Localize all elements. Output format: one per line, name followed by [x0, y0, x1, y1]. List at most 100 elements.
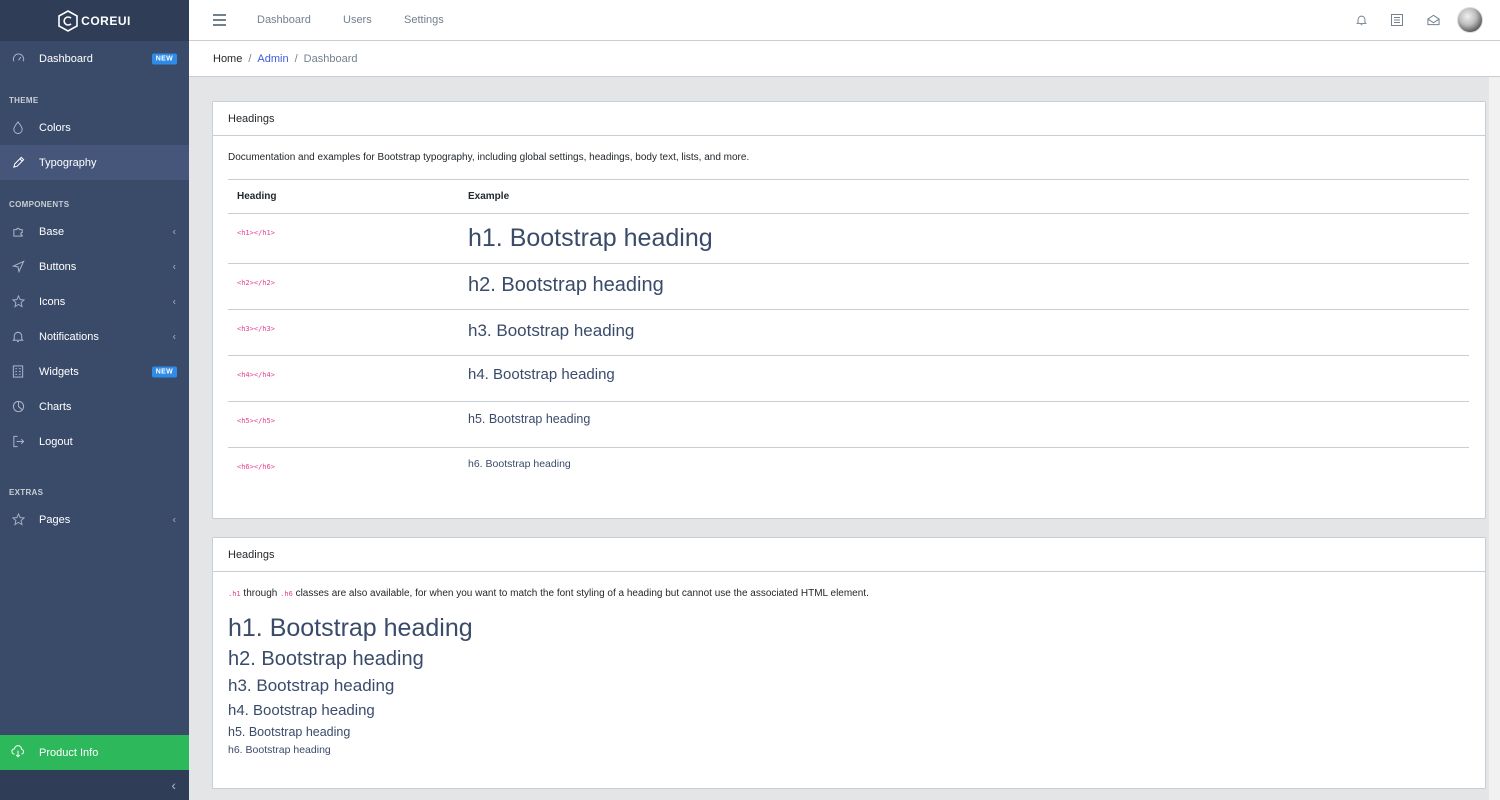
example-heading: h3. Bootstrap heading: [468, 321, 635, 340]
sidebar-item-base[interactable]: Base ‹: [0, 214, 189, 249]
example-heading: h4. Bootstrap heading: [468, 366, 615, 383]
sidebar-item-label: Charts: [39, 400, 72, 413]
nav-title-extras: EXTRAS: [9, 488, 44, 497]
sidebar-item-label: Logout: [39, 435, 73, 448]
heading-h1: h1. Bootstrap heading: [228, 614, 473, 642]
sidebar-item-notifications[interactable]: Notifications ‹: [0, 319, 189, 354]
coreui-hexagon-icon: [58, 9, 78, 32]
card-description: Documentation and examples for Bootstrap…: [228, 152, 750, 163]
avatar[interactable]: [1457, 7, 1483, 33]
table-row: <h3></h3> h3. Bootstrap heading: [228, 309, 1469, 356]
tag-code: <h6></h6>: [237, 463, 275, 471]
pencil-icon: [11, 156, 25, 170]
table-row: <h5></h5> h5. Bootstrap heading: [228, 401, 1469, 448]
sidebar-minimizer[interactable]: ‹: [0, 770, 189, 800]
pie-chart-icon: [11, 400, 25, 414]
sidebar-item-label: Buttons: [39, 260, 77, 273]
list-icon[interactable]: [1390, 13, 1404, 27]
brand-name: COREUI: [81, 13, 131, 28]
logout-icon: [11, 435, 25, 449]
star-icon: [11, 295, 25, 309]
sidebar-item-label: Notifications: [39, 330, 99, 343]
heading-h2: h2. Bootstrap heading: [228, 648, 424, 670]
envelope-open-icon[interactable]: [1426, 13, 1440, 27]
card-header: Headings: [213, 538, 1485, 572]
heading-h5: h5. Bootstrap heading: [228, 725, 351, 739]
coreui-logo: COREUI: [58, 9, 131, 32]
table-row: <h2></h2> h2. Bootstrap heading: [228, 263, 1469, 310]
breadcrumb: Home / Admin / Dashboard: [189, 41, 1500, 77]
sidebar-item-dashboard[interactable]: Dashboard NEW: [0, 41, 189, 76]
puzzle-icon: [11, 225, 25, 239]
table-row: <h4></h4> h4. Bootstrap heading: [228, 355, 1469, 402]
headings-card: Headings Documentation and examples for …: [212, 101, 1486, 519]
speedometer-icon: [11, 52, 25, 66]
header-nav-dashboard[interactable]: Dashboard: [257, 14, 311, 26]
sidebar-item-icons[interactable]: Icons ‹: [0, 284, 189, 319]
tag-code: <h4></h4>: [237, 371, 275, 379]
example-heading: h2. Bootstrap heading: [468, 274, 664, 296]
heading-h3: h3. Bootstrap heading: [228, 676, 395, 695]
breadcrumb-admin[interactable]: Admin: [257, 53, 288, 65]
nav-title-components: COMPONENTS: [9, 200, 70, 209]
nav-title-theme: THEME: [9, 96, 39, 105]
cloud-download-icon: [11, 744, 25, 761]
column-header-heading: Heading: [228, 179, 459, 214]
sidebar-toggler[interactable]: [213, 14, 226, 26]
sidebar: COREUI Dashboard NEW THEME Colors Typogr…: [0, 0, 189, 800]
chevron-left-icon: ‹: [171, 777, 176, 793]
bell-icon: [11, 330, 25, 344]
new-badge: NEW: [151, 366, 177, 377]
sidebar-item-product-info[interactable]: Product Info: [0, 735, 189, 770]
sidebar-item-label: Pages: [39, 513, 71, 526]
tag-code: <h1></h1>: [237, 229, 275, 237]
breadcrumb-separator: /: [294, 52, 298, 65]
tag-code: <h3></h3>: [237, 325, 275, 333]
sidebar-item-colors[interactable]: Colors: [0, 110, 189, 145]
bell-icon[interactable]: [1354, 13, 1368, 27]
sidebar-item-label: Base: [39, 225, 65, 238]
brand[interactable]: COREUI: [0, 0, 189, 41]
card-header: Headings: [213, 102, 1485, 136]
sidebar-item-logout[interactable]: Logout: [0, 424, 189, 459]
heading-h6: h6. Bootstrap heading: [228, 744, 331, 756]
sidebar-item-buttons[interactable]: Buttons ‹: [0, 249, 189, 284]
example-heading: h1. Bootstrap heading: [468, 224, 713, 252]
card-description: .h1 through .h6 classes are also availab…: [228, 588, 869, 599]
sidebar-item-label: Icons: [39, 295, 66, 308]
chevron-left-icon: ‹: [172, 296, 176, 307]
new-badge: NEW: [151, 53, 177, 64]
breadcrumb-current: Dashboard: [303, 52, 358, 65]
cursor-icon: [11, 260, 25, 274]
chevron-left-icon: ‹: [172, 226, 176, 237]
chevron-left-icon: ‹: [172, 514, 176, 525]
sidebar-item-pages[interactable]: Pages ‹: [0, 502, 189, 537]
header-nav-settings[interactable]: Settings: [404, 14, 444, 26]
column-header-example: Example: [459, 179, 1469, 214]
sidebar-item-charts[interactable]: Charts: [0, 389, 189, 424]
sidebar-item-label: Widgets: [39, 365, 79, 378]
inline-code: .h1: [228, 590, 241, 598]
breadcrumb-home[interactable]: Home: [213, 53, 242, 65]
scrollbar[interactable]: [1489, 77, 1500, 800]
app-header: Dashboard Users Settings: [189, 0, 1500, 41]
hamburger-icon: [213, 14, 226, 16]
sidebar-item-label: Typography: [39, 156, 97, 169]
tag-code: <h2></h2>: [237, 279, 275, 287]
tag-code: <h5></h5>: [237, 417, 275, 425]
star-icon: [11, 513, 25, 527]
table-row: <h1></h1> h1. Bootstrap heading: [228, 213, 1469, 264]
example-heading: h5. Bootstrap heading: [468, 412, 591, 426]
chevron-left-icon: ‹: [172, 261, 176, 272]
example-heading: h6. Bootstrap heading: [468, 458, 571, 470]
sidebar-item-widgets[interactable]: Widgets NEW: [0, 354, 189, 389]
sidebar-item-label: Dashboard: [39, 52, 93, 65]
headings-table: Heading Example <h1></h1> h1. Bootstrap …: [228, 179, 1469, 494]
table-row: <h6></h6> h6. Bootstrap heading: [228, 448, 1469, 494]
drop-icon: [11, 121, 25, 135]
chevron-left-icon: ‹: [172, 331, 176, 342]
breadcrumb-separator: /: [248, 52, 252, 65]
header-nav-users[interactable]: Users: [343, 14, 372, 26]
sidebar-item-label: Colors: [39, 121, 71, 134]
sidebar-item-typography[interactable]: Typography: [0, 145, 189, 180]
